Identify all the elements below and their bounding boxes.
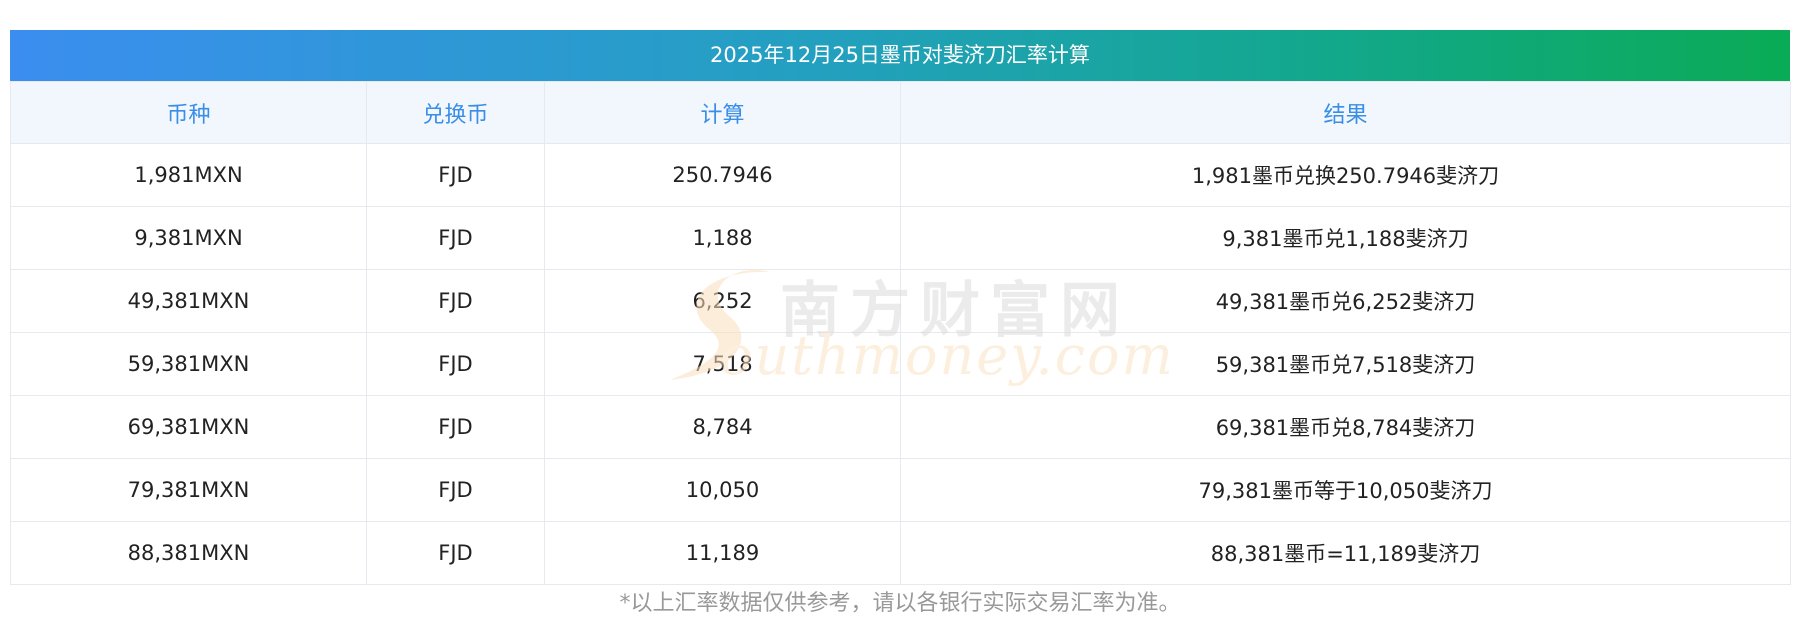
cell-calculation: 7,518	[544, 332, 901, 396]
cell-calculation: 250.7946	[544, 143, 901, 207]
cell-currency: 79,381MXN	[10, 458, 367, 522]
cell-target-currency: FJD	[366, 521, 545, 585]
exchange-rate-table: 币种 兑换币 计算 结果 1,981MXN FJD 250.7946 1,981…	[10, 81, 1791, 585]
header-target-currency: 兑换币	[366, 81, 545, 144]
cell-result: 9,381墨币兑1,188斐济刀	[900, 206, 1791, 270]
header-calculation: 计算	[544, 81, 901, 144]
cell-currency: 1,981MXN	[10, 143, 367, 207]
table-row: 88,381MXN FJD 11,189 88,381墨币=11,189斐济刀	[10, 521, 1791, 585]
cell-result: 59,381墨币兑7,518斐济刀	[900, 332, 1791, 396]
cell-result: 69,381墨币兑8,784斐济刀	[900, 395, 1791, 459]
cell-target-currency: FJD	[366, 458, 545, 522]
cell-currency: 59,381MXN	[10, 332, 367, 396]
cell-currency: 49,381MXN	[10, 269, 367, 333]
table-row: 1,981MXN FJD 250.7946 1,981墨币兑换250.7946斐…	[10, 143, 1791, 207]
cell-calculation: 1,188	[544, 206, 901, 270]
cell-result: 79,381墨币等于10,050斐济刀	[900, 458, 1791, 522]
cell-calculation: 10,050	[544, 458, 901, 522]
table-row: 49,381MXN FJD 6,252 49,381墨币兑6,252斐济刀	[10, 269, 1791, 333]
cell-result: 88,381墨币=11,189斐济刀	[900, 521, 1791, 585]
cell-currency: 69,381MXN	[10, 395, 367, 459]
table-row: 79,381MXN FJD 10,050 79,381墨币等于10,050斐济刀	[10, 458, 1791, 522]
cell-calculation: 11,189	[544, 521, 901, 585]
cell-target-currency: FJD	[366, 395, 545, 459]
cell-currency: 9,381MXN	[10, 206, 367, 270]
header-result: 结果	[900, 81, 1791, 144]
cell-calculation: 8,784	[544, 395, 901, 459]
table-row: 9,381MXN FJD 1,188 9,381墨币兑1,188斐济刀	[10, 206, 1791, 270]
cell-calculation: 6,252	[544, 269, 901, 333]
cell-target-currency: FJD	[366, 206, 545, 270]
rate-table-container: 2025年12月25日墨币对斐济刀汇率计算 币种 兑换币 计算 结果 1,981…	[10, 30, 1791, 585]
cell-target-currency: FJD	[366, 332, 545, 396]
table-row: 69,381MXN FJD 8,784 69,381墨币兑8,784斐济刀	[10, 395, 1791, 459]
header-currency: 币种	[10, 81, 367, 144]
cell-target-currency: FJD	[366, 269, 545, 333]
disclaimer-footnote: *以上汇率数据仅供参考，请以各银行实际交易汇率为准。	[619, 591, 1181, 616]
cell-result: 49,381墨币兑6,252斐济刀	[900, 269, 1791, 333]
table-row: 59,381MXN FJD 7,518 59,381墨币兑7,518斐济刀	[10, 332, 1791, 396]
cell-currency: 88,381MXN	[10, 521, 367, 585]
cell-result: 1,981墨币兑换250.7946斐济刀	[900, 143, 1791, 207]
table-title-banner: 2025年12月25日墨币对斐济刀汇率计算	[10, 30, 1790, 81]
cell-target-currency: FJD	[366, 143, 545, 207]
table-header-row: 币种 兑换币 计算 结果	[10, 81, 1791, 144]
